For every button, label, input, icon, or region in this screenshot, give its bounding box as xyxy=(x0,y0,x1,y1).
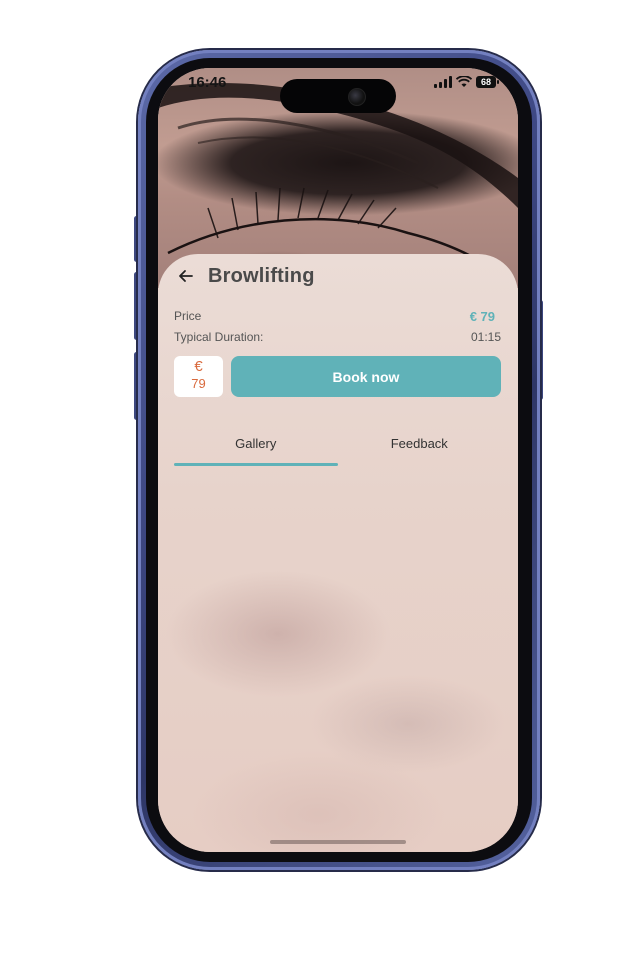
duration-value: 01:15 xyxy=(470,330,501,344)
status-icons: 68 xyxy=(434,76,499,88)
dynamic-island xyxy=(280,79,396,113)
page-title: Browlifting xyxy=(208,264,315,287)
price-value: € 79 xyxy=(469,309,495,324)
duration-label: Typical Duration: xyxy=(174,330,264,344)
home-indicator[interactable] xyxy=(270,840,406,844)
status-time: 16:46 xyxy=(188,74,227,91)
book-now-button[interactable]: Book now xyxy=(231,356,501,397)
duration-row: Typical Duration: 01:15 xyxy=(174,330,501,344)
back-button[interactable] xyxy=(174,264,198,288)
front-camera xyxy=(348,88,366,106)
wifi-icon xyxy=(456,76,472,87)
tab-gallery[interactable]: Gallery xyxy=(174,428,338,466)
price-label: Price xyxy=(174,309,202,323)
badge-currency: € xyxy=(194,358,203,375)
page-header: Browlifting xyxy=(174,264,315,288)
arrow-left-icon xyxy=(179,270,193,282)
price-badge: € 79 xyxy=(174,356,223,397)
app-screen: 16:46 68 Browlifting Price € 79 Typical … xyxy=(158,68,518,852)
device-mockup: 16:46 68 Browlifting Price € 79 Typical … xyxy=(0,0,640,960)
battery-icon: 68 xyxy=(476,76,499,88)
tab-feedback[interactable]: Feedback xyxy=(338,428,502,466)
price-row: Price € 79 xyxy=(174,309,501,324)
signal-icon xyxy=(434,76,452,88)
tab-bar: Gallery Feedback xyxy=(174,428,501,466)
badge-amount: 79 xyxy=(191,376,206,391)
